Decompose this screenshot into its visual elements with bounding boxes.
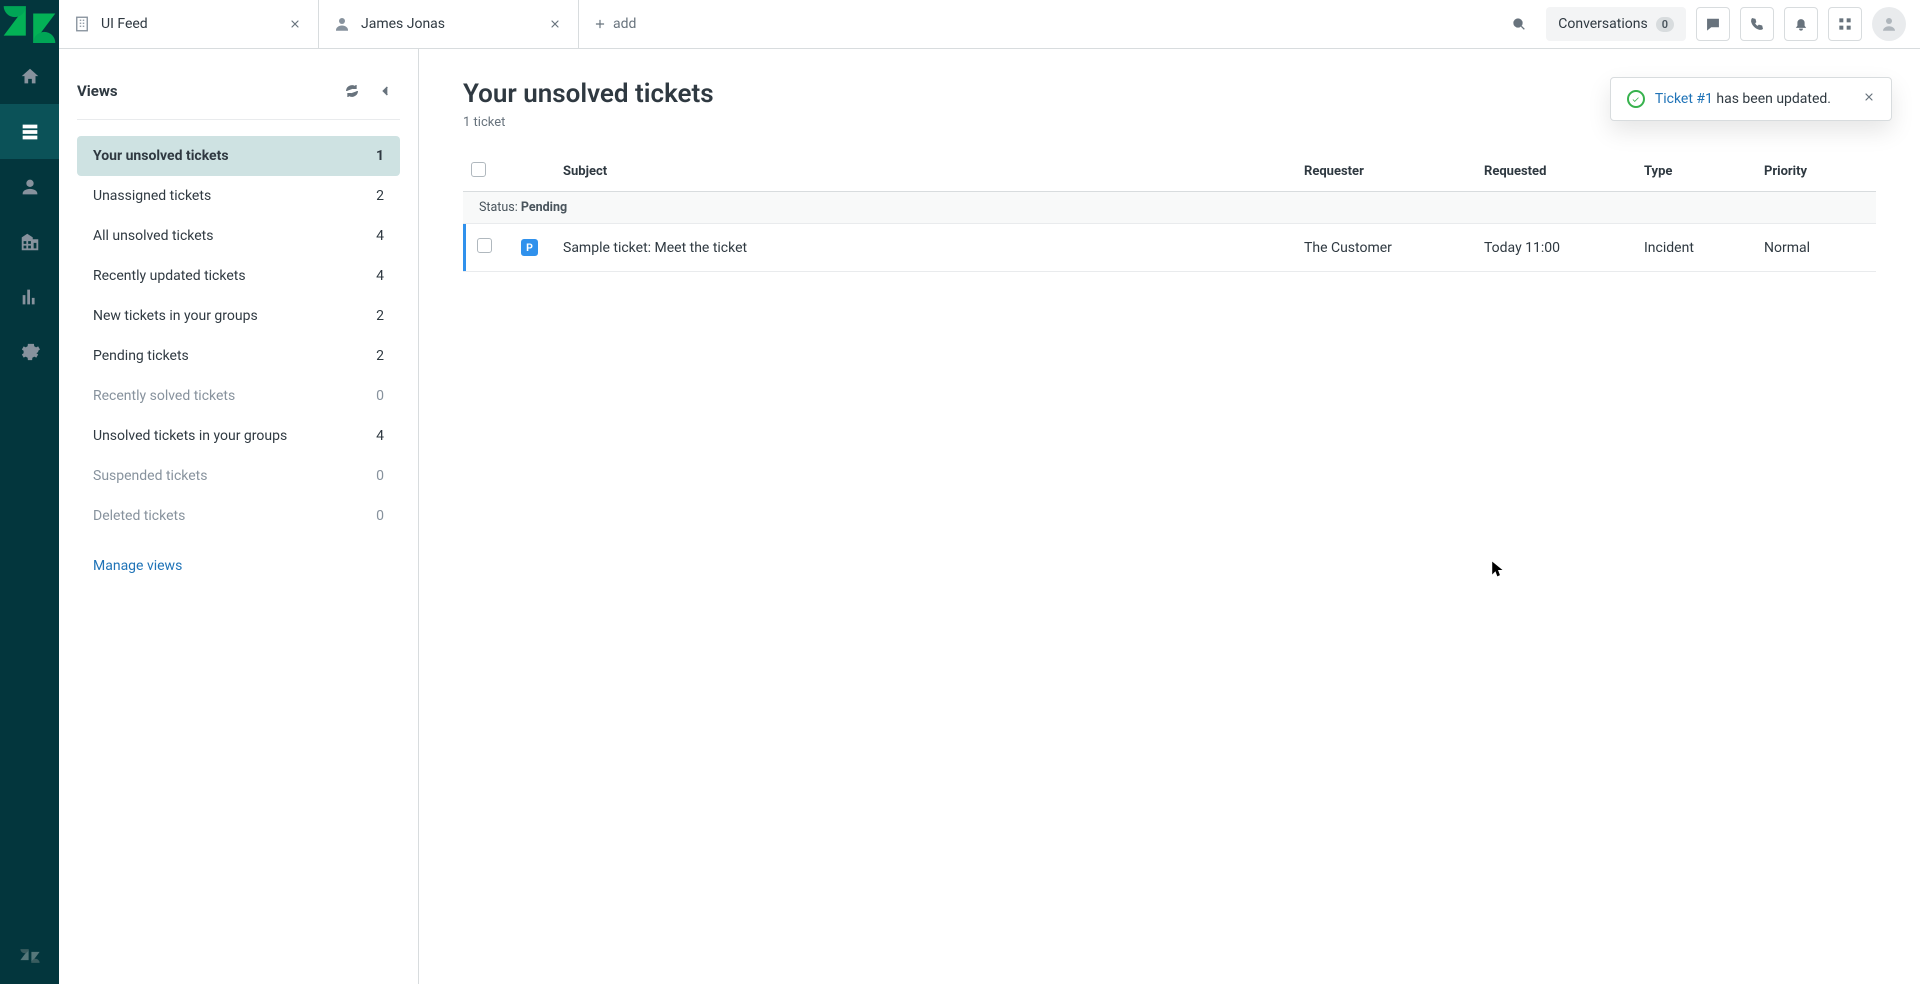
conversations-button[interactable]: Conversations 0	[1546, 7, 1686, 41]
view-item-count: 0	[376, 388, 384, 404]
cursor-icon	[1491, 561, 1505, 583]
view-item-count: 1	[376, 148, 384, 164]
col-requester[interactable]: Requester	[1296, 152, 1476, 192]
view-item-label: Your unsolved tickets	[93, 148, 229, 164]
toast-rest: has been updated.	[1713, 91, 1831, 107]
collapse-panel-button[interactable]	[372, 77, 400, 105]
nav-rail	[0, 0, 59, 984]
status-badge: P	[521, 239, 538, 256]
col-subject[interactable]: Subject	[555, 152, 1296, 192]
view-item-label: Unsolved tickets in your groups	[93, 428, 287, 444]
success-check-icon	[1627, 90, 1645, 108]
select-all-checkbox[interactable]	[471, 162, 486, 177]
add-tab-label: add	[613, 16, 636, 32]
notifications-button[interactable]	[1784, 7, 1818, 41]
view-item-label: Unassigned tickets	[93, 188, 211, 204]
view-item[interactable]: New tickets in your groups 2	[77, 296, 400, 336]
view-item[interactable]: All unsolved tickets 4	[77, 216, 400, 256]
chat-button[interactable]	[1696, 7, 1730, 41]
nav-home[interactable]	[0, 49, 59, 104]
toast-message: Ticket #1 has been updated.	[1655, 91, 1831, 107]
view-item[interactable]: Suspended tickets 0	[77, 456, 400, 496]
view-item-count: 2	[376, 308, 384, 324]
content-area: Your unsolved tickets 1 ticket Subject R…	[419, 49, 1920, 984]
search-button[interactable]	[1502, 7, 1536, 41]
view-item-label: Pending tickets	[93, 348, 189, 364]
view-item-label: All unsolved tickets	[93, 228, 213, 244]
user-icon	[333, 15, 351, 33]
manage-views-link[interactable]: Manage views	[77, 558, 400, 574]
profile-avatar[interactable]	[1872, 7, 1906, 41]
views-title: Views	[77, 82, 118, 100]
toast-ticket-link[interactable]: Ticket #1	[1655, 91, 1713, 107]
views-panel: Views Your unsolved tickets 1 Unassigned t…	[59, 49, 419, 984]
status-value: Pending	[521, 200, 567, 215]
cell-type: Incident	[1636, 224, 1756, 272]
views-list: Your unsolved tickets 1 Unassigned tickets…	[77, 136, 400, 536]
conversations-count-badge: 0	[1656, 17, 1674, 32]
toast-close-button[interactable]	[1863, 91, 1875, 107]
nav-organizations[interactable]	[0, 214, 59, 269]
view-item-count: 4	[376, 268, 384, 284]
tab-label: James Jonas	[361, 16, 536, 32]
nav-reporting[interactable]	[0, 269, 59, 324]
col-priority[interactable]: Priority	[1756, 152, 1876, 192]
zendesk-footer-icon[interactable]	[0, 936, 59, 976]
view-item-count: 0	[376, 468, 384, 484]
view-item-count: 4	[376, 228, 384, 244]
view-item-label: Recently updated tickets	[93, 268, 246, 284]
view-item[interactable]: Recently solved tickets 0	[77, 376, 400, 416]
tab-ui-feed[interactable]: UI Feed	[59, 0, 319, 48]
tab-close-button[interactable]	[286, 15, 304, 33]
nav-views[interactable]	[0, 104, 59, 159]
top-right-toolbar: Conversations 0	[1502, 0, 1920, 48]
tab-label: UI Feed	[101, 16, 276, 32]
nav-admin[interactable]	[0, 324, 59, 379]
cell-subject: Sample ticket: Meet the ticket	[555, 224, 1296, 272]
view-item[interactable]: Deleted tickets 0	[77, 496, 400, 536]
refresh-views-button[interactable]	[338, 77, 366, 105]
view-item-label: New tickets in your groups	[93, 308, 258, 324]
apps-button[interactable]	[1828, 7, 1862, 41]
row-status-marker	[463, 224, 466, 271]
view-item-count: 0	[376, 508, 384, 524]
col-type[interactable]: Type	[1636, 152, 1756, 192]
view-item-count: 2	[376, 188, 384, 204]
update-toast: Ticket #1 has been updated.	[1610, 77, 1892, 121]
view-item-count: 2	[376, 348, 384, 364]
conversations-label: Conversations	[1558, 16, 1647, 32]
status-group-row: Status: Pending	[463, 192, 1876, 224]
cell-requester: The Customer	[1296, 224, 1476, 272]
row-checkbox[interactable]	[477, 238, 492, 253]
status-prefix: Status:	[479, 200, 521, 215]
zendesk-logo-icon[interactable]	[0, 0, 59, 49]
tab-strip: UI Feed James Jonas add Conversations	[59, 0, 1920, 49]
building-icon	[73, 15, 91, 33]
view-item-label: Deleted tickets	[93, 508, 185, 524]
nav-customers[interactable]	[0, 159, 59, 214]
tab-close-button[interactable]	[546, 15, 564, 33]
main-column: UI Feed James Jonas add Conversations	[59, 0, 1920, 984]
view-item-label: Suspended tickets	[93, 468, 207, 484]
view-item-count: 4	[376, 428, 384, 444]
view-item[interactable]: Pending tickets 2	[77, 336, 400, 376]
cell-requested: Today 11:00	[1476, 224, 1636, 272]
col-requested[interactable]: Requested	[1476, 152, 1636, 192]
view-item[interactable]: Unsolved tickets in your groups 4	[77, 416, 400, 456]
table-row[interactable]: P Sample ticket: Meet the ticketThe Custo…	[463, 224, 1876, 272]
view-item-label: Recently solved tickets	[93, 388, 235, 404]
phone-button[interactable]	[1740, 7, 1774, 41]
view-item[interactable]: Recently updated tickets 4	[77, 256, 400, 296]
cell-priority: Normal	[1756, 224, 1876, 272]
add-tab-button[interactable]: add	[579, 0, 650, 48]
tickets-table: Subject Requester Requested Type Priorit…	[463, 152, 1876, 272]
tab-james-jonas[interactable]: James Jonas	[319, 0, 579, 48]
view-item[interactable]: Unassigned tickets 2	[77, 176, 400, 216]
view-item[interactable]: Your unsolved tickets 1	[77, 136, 400, 176]
